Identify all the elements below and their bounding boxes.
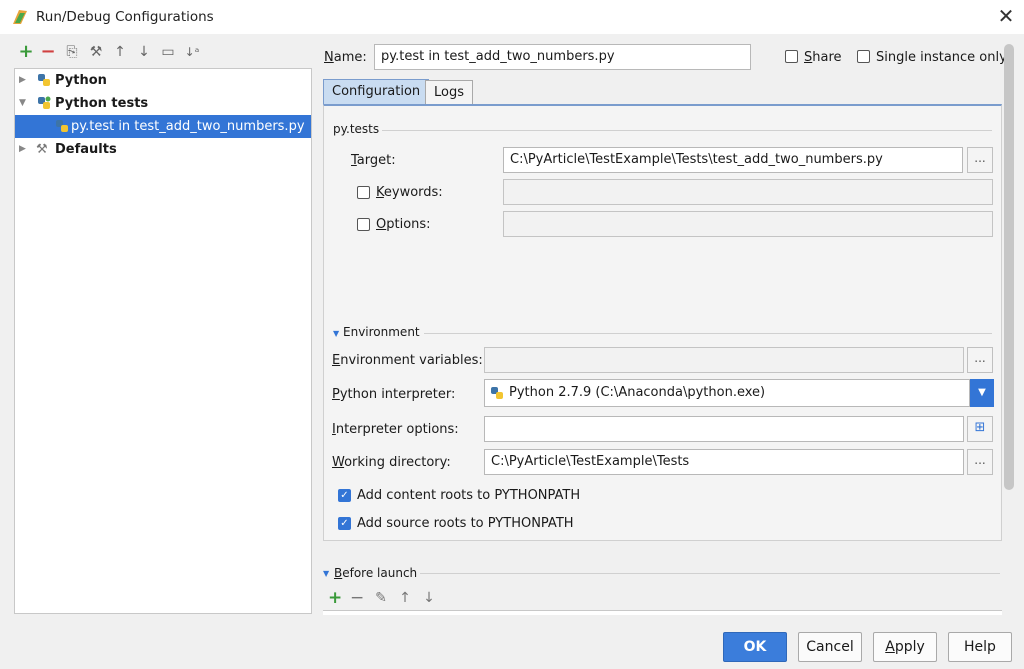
single-instance-label: Single instance only	[876, 50, 1007, 65]
keywords-field[interactable]	[503, 179, 993, 205]
tree-item-pytest-config[interactable]: py.test in test_add_two_numbers.py	[15, 115, 311, 138]
wrench-icon: ⚒	[36, 142, 48, 157]
section-title-environment: Environment	[343, 325, 420, 339]
tree-item-python-tests[interactable]: ▼ Python tests	[15, 92, 311, 115]
target-label: Target:	[351, 153, 396, 168]
source-roots-checkbox[interactable]: ✓	[338, 517, 351, 530]
options-field[interactable]	[503, 211, 993, 237]
keywords-label: Keywords:	[376, 185, 443, 200]
env-vars-field[interactable]	[484, 347, 964, 373]
section-title-pytests: py.tests	[333, 122, 380, 136]
interp-options-label: Interpreter options:	[332, 422, 459, 437]
plus-icon[interactable]: +	[328, 590, 342, 607]
tab-logs[interactable]: Logs	[425, 80, 473, 106]
tree-item-label: Python	[55, 73, 107, 88]
options-label: Options:	[376, 217, 431, 232]
remove-configuration-icon[interactable]: −	[40, 43, 56, 61]
python-tests-icon	[38, 96, 51, 109]
section-divider	[382, 130, 992, 131]
edit-env-vars-button[interactable]: ...	[967, 347, 993, 373]
vertical-scrollbar[interactable]	[1004, 44, 1014, 490]
ok-button[interactable]: OK	[723, 632, 787, 662]
share-label: Share	[804, 50, 842, 65]
arrow-down-icon[interactable]: ↓	[422, 591, 436, 605]
env-vars-label: Environment variables:	[332, 353, 483, 368]
tree-item-label: Python tests	[55, 96, 149, 111]
browse-working-dir-button[interactable]: ...	[967, 449, 993, 475]
copy-icon[interactable]: ⎘	[64, 44, 80, 60]
name-label: Name:	[324, 50, 367, 65]
apply-button[interactable]: Apply	[873, 632, 937, 662]
folder-icon[interactable]: ▭	[160, 44, 176, 60]
tree-item-label: Defaults	[55, 142, 117, 157]
pycharm-app-icon	[13, 10, 27, 24]
before-launch-collapse-icon[interactable]: ▼	[323, 569, 329, 578]
configuration-tree[interactable]: ▶ Python ▼ Python tests py.test in test_…	[14, 68, 312, 614]
collapse-arrow-icon[interactable]: ▼	[19, 92, 26, 115]
section-divider	[424, 333, 992, 334]
tree-item-python[interactable]: ▶ Python	[15, 69, 311, 92]
target-field[interactable]: C:\PyArticle\TestExample\Tests\test_add_…	[503, 147, 963, 173]
source-roots-label: Add source roots to PYTHONPATH	[357, 516, 574, 531]
tab-configuration[interactable]: Configuration	[323, 79, 430, 105]
tree-item-defaults[interactable]: ▶ ⚒ Defaults	[15, 138, 311, 161]
expand-field-icon[interactable]: ⊞	[967, 416, 993, 442]
section-divider	[420, 573, 1000, 574]
title-bar: Run/Debug Configurations ✕	[0, 0, 1024, 34]
pencil-icon[interactable]: ✎	[374, 591, 388, 605]
content-roots-label: Add content roots to PYTHONPATH	[357, 488, 581, 503]
close-icon[interactable]: ✕	[994, 4, 1018, 28]
single-instance-checkbox[interactable]	[857, 50, 870, 63]
python-icon	[38, 74, 50, 86]
name-field[interactable]: py.test in test_add_two_numbers.py	[374, 44, 751, 70]
interpreter-select[interactable]: Python 2.7.9 (C:\Anaconda\python.exe)	[484, 379, 970, 407]
chevron-down-icon[interactable]: ▼	[970, 379, 994, 407]
python-test-file-icon	[56, 120, 68, 132]
sort-icon[interactable]: ↓ᵃ	[184, 44, 200, 60]
add-configuration-icon[interactable]: +	[18, 43, 34, 61]
arrow-down-icon[interactable]: ↓	[136, 44, 152, 60]
python-icon	[491, 387, 503, 399]
arrow-up-icon[interactable]: ↑	[398, 591, 412, 605]
content-roots-checkbox[interactable]: ✓	[338, 489, 351, 502]
browse-target-button[interactable]: ...	[967, 147, 993, 173]
environment-collapse-icon[interactable]: ▼	[333, 329, 339, 338]
arrow-up-icon[interactable]: ↑	[112, 44, 128, 60]
options-checkbox[interactable]	[357, 218, 370, 231]
cancel-button[interactable]: Cancel	[798, 632, 862, 662]
expand-arrow-icon[interactable]: ▶	[19, 69, 26, 92]
minus-icon[interactable]: −	[350, 590, 364, 607]
share-checkbox[interactable]	[785, 50, 798, 63]
window-title: Run/Debug Configurations	[36, 9, 214, 25]
interp-options-field[interactable]	[484, 416, 964, 442]
working-dir-label: Working directory:	[332, 455, 451, 470]
interpreter-label: Python interpreter:	[332, 387, 456, 402]
tree-item-label: py.test in test_add_two_numbers.py	[71, 119, 305, 134]
working-dir-field[interactable]: C:\PyArticle\TestExample\Tests	[484, 449, 964, 475]
section-title-before-launch: Before launch	[334, 566, 418, 580]
keywords-checkbox[interactable]	[357, 186, 370, 199]
before-launch-list[interactable]	[323, 610, 1002, 615]
wrench-icon[interactable]: ⚒	[88, 44, 104, 60]
expand-arrow-icon[interactable]: ▶	[19, 138, 26, 161]
help-button[interactable]: Help	[948, 632, 1012, 662]
